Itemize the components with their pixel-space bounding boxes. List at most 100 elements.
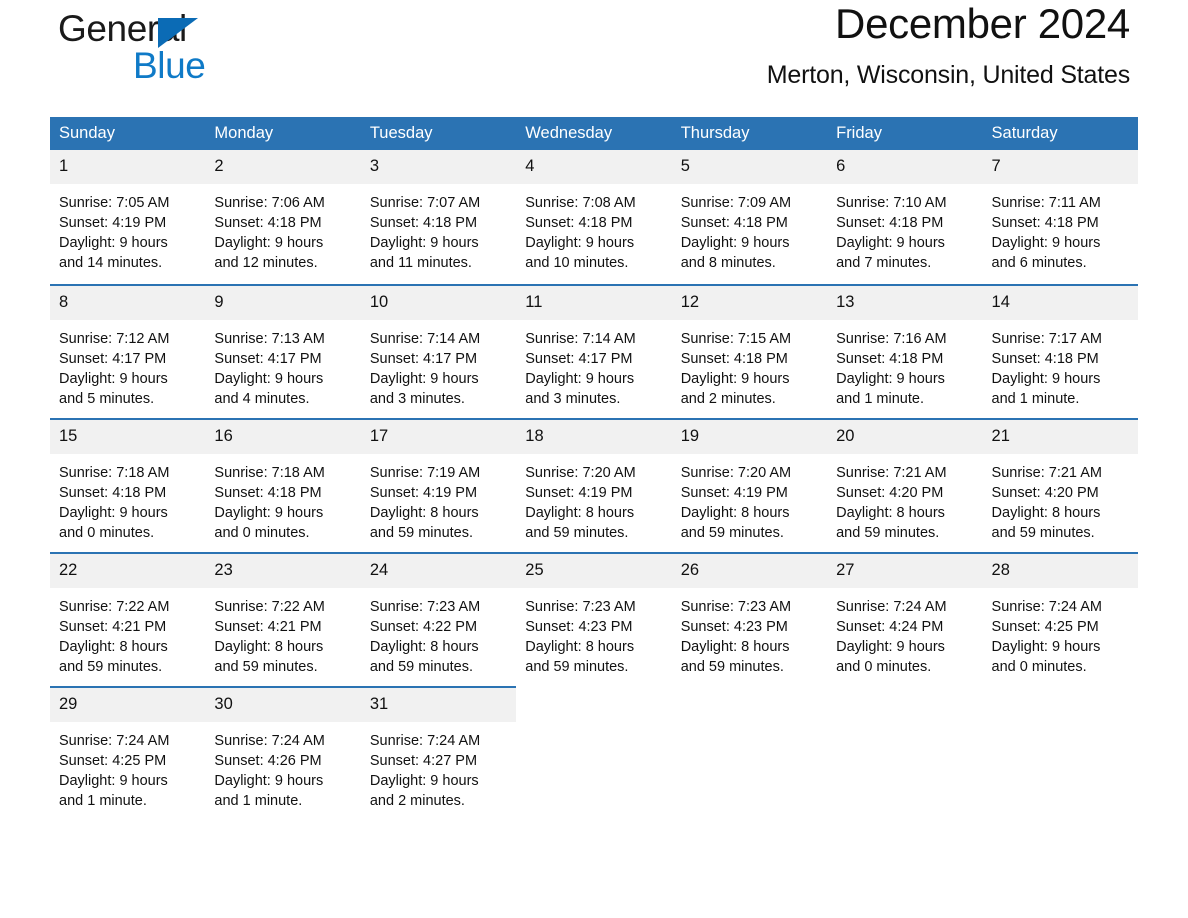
day-sunrise-text: Sunrise: 7:24 AM bbox=[836, 598, 947, 615]
day-sunset-text: Sunset: 4:25 PM bbox=[991, 618, 1099, 635]
day-details: Sunrise: 7:21 AM Sunset: 4:20 PM Daylight:… bbox=[827, 454, 982, 543]
day-sunset-text: Sunset: 4:21 PM bbox=[214, 618, 322, 635]
day-daylight2-text: and 59 minutes. bbox=[369, 658, 474, 675]
weekday-header-saturday: Saturday bbox=[982, 117, 1138, 151]
day-details: Sunrise: 7:23 AM Sunset: 4:23 PM Daylight:… bbox=[516, 588, 671, 677]
day-sunrise-text: Sunrise: 7:07 AM bbox=[369, 194, 481, 211]
day-sunset-text: Sunset: 4:17 PM bbox=[59, 350, 167, 367]
calendar-day-inner: 6 Sunrise: 7:10 AM Sunset: 4:18 PM Daylight… bbox=[827, 150, 983, 284]
day-details: Sunrise: 7:21 AM Sunset: 4:20 PM Daylight:… bbox=[983, 454, 1138, 543]
calendar-day-cell[interactable]: 23 Sunrise: 7:22 AM Sunset: 4:21 PM Dayligh… bbox=[205, 552, 361, 686]
calendar-day-cell[interactable]: 8 Sunrise: 7:12 AM Sunset: 4:17 PM Daylight… bbox=[50, 284, 206, 418]
day-number: 23 bbox=[205, 554, 361, 588]
calendar-day-cell[interactable]: 15 Sunrise: 7:18 AM Sunset: 4:18 PM Dayligh… bbox=[50, 418, 206, 552]
calendar-day-cell[interactable]: 31 Sunrise: 7:24 AM Sunset: 4:27 PM Dayligh… bbox=[360, 686, 517, 820]
calendar-day-inner: 7 Sunrise: 7:11 AM Sunset: 4:18 PM Daylight… bbox=[982, 150, 1138, 284]
calendar-day-cell[interactable]: 9 Sunrise: 7:13 AM Sunset: 4:17 PM Daylight… bbox=[205, 284, 361, 418]
calendar-day-cell[interactable]: 22 Sunrise: 7:22 AM Sunset: 4:21 PM Dayligh… bbox=[50, 552, 206, 686]
calendar-week-row: 15 Sunrise: 7:18 AM Sunset: 4:18 PM Dayligh… bbox=[50, 418, 1138, 552]
calendar-day-cell[interactable]: 11 Sunrise: 7:14 AM Sunset: 4:17 PM Dayligh… bbox=[516, 284, 672, 418]
calendar-week-row: 8 Sunrise: 7:12 AM Sunset: 4:17 PM Daylight… bbox=[50, 284, 1138, 418]
day-number: 18 bbox=[516, 420, 672, 454]
calendar-day-cell[interactable]: 30 Sunrise: 7:24 AM Sunset: 4:26 PM Dayligh… bbox=[205, 686, 361, 820]
calendar-day-cell[interactable]: 6 Sunrise: 7:10 AM Sunset: 4:18 PM Daylight… bbox=[827, 150, 983, 284]
day-daylight1-text: Daylight: 9 hours bbox=[991, 370, 1101, 387]
day-sunset-text: Sunset: 4:18 PM bbox=[214, 484, 322, 501]
calendar-day-inner: 19 Sunrise: 7:20 AM Sunset: 4:19 PM Dayligh… bbox=[671, 418, 828, 552]
day-sunset-text: Sunset: 4:18 PM bbox=[991, 350, 1099, 367]
calendar-day-cell[interactable]: 16 Sunrise: 7:18 AM Sunset: 4:18 PM Dayligh… bbox=[205, 418, 361, 552]
calendar-day-inner: 24 Sunrise: 7:23 AM Sunset: 4:22 PM Dayligh… bbox=[360, 552, 517, 686]
calendar-day-inner: 12 Sunrise: 7:15 AM Sunset: 4:18 PM Dayligh… bbox=[671, 284, 828, 418]
day-daylight1-text: Daylight: 8 hours bbox=[369, 638, 479, 655]
calendar-day-cell[interactable]: 26 Sunrise: 7:23 AM Sunset: 4:23 PM Dayligh… bbox=[671, 552, 828, 686]
calendar-day-cell[interactable]: 4 Sunrise: 7:08 AM Sunset: 4:18 PM Daylight… bbox=[516, 150, 672, 284]
day-details: Sunrise: 7:07 AM Sunset: 4:18 PM Daylight:… bbox=[361, 184, 516, 273]
day-number: 9 bbox=[205, 286, 361, 320]
day-details: Sunrise: 7:09 AM Sunset: 4:18 PM Daylight:… bbox=[672, 184, 827, 273]
calendar-day-cell[interactable]: 2 Sunrise: 7:06 AM Sunset: 4:18 PM Daylight… bbox=[205, 150, 361, 284]
day-sunrise-text: Sunrise: 7:05 AM bbox=[59, 194, 170, 211]
calendar-day-cell[interactable]: 10 Sunrise: 7:14 AM Sunset: 4:17 PM Dayligh… bbox=[360, 284, 517, 418]
day-sunset-text: Sunset: 4:17 PM bbox=[525, 350, 633, 367]
calendar-day-cell[interactable]: 5 Sunrise: 7:09 AM Sunset: 4:18 PM Daylight… bbox=[671, 150, 828, 284]
day-daylight1-text: Daylight: 8 hours bbox=[59, 638, 168, 655]
calendar-day-inner: 9 Sunrise: 7:13 AM Sunset: 4:17 PM Daylight… bbox=[205, 284, 361, 418]
day-sunrise-text: Sunrise: 7:08 AM bbox=[525, 194, 636, 211]
day-number: 27 bbox=[827, 554, 983, 588]
calendar-day-cell[interactable]: 12 Sunrise: 7:15 AM Sunset: 4:18 PM Dayligh… bbox=[671, 284, 828, 418]
day-number: 16 bbox=[205, 420, 361, 454]
day-sunrise-text: Sunrise: 7:18 AM bbox=[214, 464, 325, 481]
day-details: Sunrise: 7:18 AM Sunset: 4:18 PM Daylight:… bbox=[205, 454, 360, 543]
calendar-day-cell[interactable]: 21 Sunrise: 7:21 AM Sunset: 4:20 PM Dayligh… bbox=[982, 418, 1138, 552]
day-daylight2-text: and 59 minutes. bbox=[525, 524, 629, 541]
day-sunrise-text: Sunrise: 7:06 AM bbox=[214, 194, 325, 211]
day-sunrise-text: Sunrise: 7:10 AM bbox=[836, 194, 947, 211]
calendar-day-cell[interactable]: 3 Sunrise: 7:07 AM Sunset: 4:18 PM Daylight… bbox=[360, 150, 517, 284]
calendar-day-cell[interactable]: 25 Sunrise: 7:23 AM Sunset: 4:23 PM Dayligh… bbox=[516, 552, 672, 686]
day-details: Sunrise: 7:10 AM Sunset: 4:18 PM Daylight:… bbox=[827, 184, 982, 273]
day-number: 17 bbox=[360, 420, 517, 454]
day-number: 28 bbox=[982, 554, 1138, 588]
day-daylight2-text: and 0 minutes. bbox=[59, 524, 155, 541]
day-daylight2-text: and 59 minutes. bbox=[525, 658, 629, 675]
calendar-day-cell-empty bbox=[827, 686, 982, 820]
day-sunset-text: Sunset: 4:18 PM bbox=[991, 214, 1099, 231]
day-number: 15 bbox=[50, 420, 206, 454]
day-details: Sunrise: 7:17 AM Sunset: 4:18 PM Daylight:… bbox=[983, 320, 1138, 409]
calendar-day-cell[interactable]: 19 Sunrise: 7:20 AM Sunset: 4:19 PM Dayligh… bbox=[671, 418, 828, 552]
calendar-day-cell[interactable]: 27 Sunrise: 7:24 AM Sunset: 4:24 PM Dayligh… bbox=[827, 552, 983, 686]
day-sunset-text: Sunset: 4:25 PM bbox=[59, 752, 167, 769]
day-details: Sunrise: 7:12 AM Sunset: 4:17 PM Daylight:… bbox=[50, 320, 205, 409]
calendar-day-cell[interactable]: 17 Sunrise: 7:19 AM Sunset: 4:19 PM Dayligh… bbox=[360, 418, 517, 552]
day-sunrise-text: Sunrise: 7:24 AM bbox=[369, 732, 481, 749]
calendar-day-cell[interactable]: 24 Sunrise: 7:23 AM Sunset: 4:22 PM Dayligh… bbox=[360, 552, 517, 686]
day-daylight1-text: Daylight: 8 hours bbox=[369, 504, 479, 521]
day-number: 2 bbox=[205, 150, 361, 184]
calendar-day-inner: 11 Sunrise: 7:14 AM Sunset: 4:17 PM Dayligh… bbox=[516, 284, 672, 418]
day-sunset-text: Sunset: 4:21 PM bbox=[59, 618, 167, 635]
calendar-day-cell[interactable]: 18 Sunrise: 7:20 AM Sunset: 4:19 PM Dayligh… bbox=[516, 418, 672, 552]
calendar-day-cell[interactable]: 14 Sunrise: 7:17 AM Sunset: 4:18 PM Dayligh… bbox=[982, 284, 1138, 418]
day-sunset-text: Sunset: 4:18 PM bbox=[214, 214, 322, 231]
calendar-day-cell[interactable]: 28 Sunrise: 7:24 AM Sunset: 4:25 PM Dayligh… bbox=[982, 552, 1138, 686]
calendar-day-cell[interactable]: 20 Sunrise: 7:21 AM Sunset: 4:20 PM Dayligh… bbox=[827, 418, 983, 552]
day-sunrise-text: Sunrise: 7:23 AM bbox=[525, 598, 636, 615]
page-header: General Blue December 2024 Merton, Wisco… bbox=[50, 0, 1138, 105]
calendar-day-cell[interactable]: 29 Sunrise: 7:24 AM Sunset: 4:25 PM Dayligh… bbox=[50, 686, 206, 820]
day-daylight2-text: and 2 minutes. bbox=[369, 792, 465, 809]
day-daylight2-text: and 11 minutes. bbox=[369, 254, 472, 271]
calendar-day-inner bbox=[827, 686, 982, 820]
day-sunset-text: Sunset: 4:17 PM bbox=[214, 350, 322, 367]
day-daylight1-text: Daylight: 9 hours bbox=[214, 234, 324, 251]
day-daylight2-text: and 0 minutes. bbox=[991, 658, 1087, 675]
day-number: 31 bbox=[360, 688, 517, 722]
day-details: Sunrise: 7:13 AM Sunset: 4:17 PM Daylight:… bbox=[205, 320, 360, 409]
calendar-day-cell[interactable]: 7 Sunrise: 7:11 AM Sunset: 4:18 PM Daylight… bbox=[982, 150, 1138, 284]
day-details: Sunrise: 7:05 AM Sunset: 4:19 PM Daylight:… bbox=[50, 184, 205, 273]
calendar-day-cell[interactable]: 1 Sunrise: 7:05 AM Sunset: 4:19 PM Daylight… bbox=[50, 150, 206, 284]
calendar-day-cell[interactable]: 13 Sunrise: 7:16 AM Sunset: 4:18 PM Dayligh… bbox=[827, 284, 983, 418]
day-number: 8 bbox=[50, 286, 206, 320]
day-sunrise-text: Sunrise: 7:14 AM bbox=[369, 330, 481, 347]
day-number bbox=[516, 686, 671, 703]
